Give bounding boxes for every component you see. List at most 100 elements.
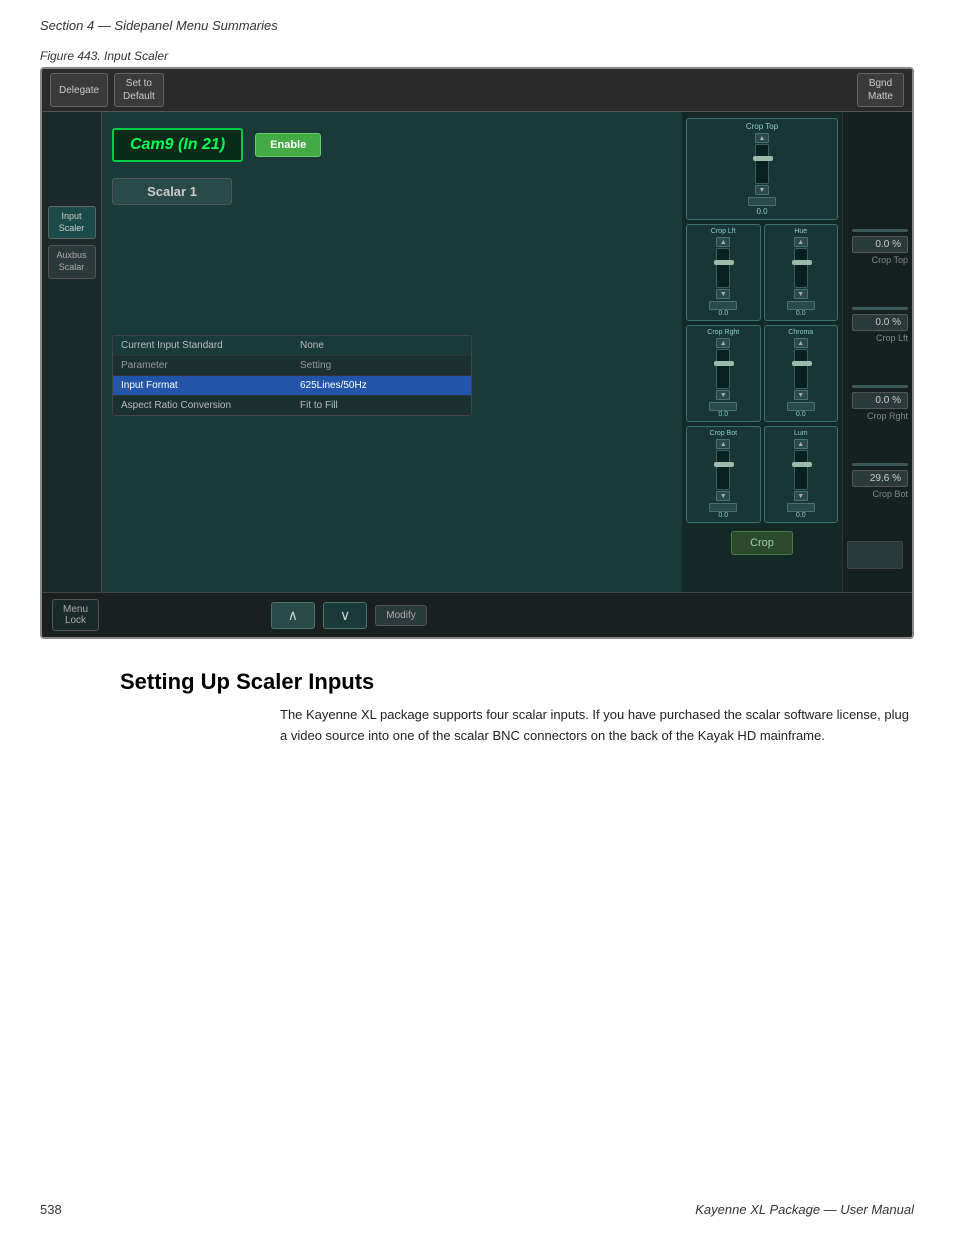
aspect-value: Fit to Fill [292,396,471,415]
lum-value: 0.0 [796,512,806,519]
settings-row-aspect[interactable]: Aspect Ratio Conversion Fit to Fill [113,396,471,415]
lum-down[interactable]: ▼ [794,491,808,501]
page-footer: 538 Kayenne XL Package — User Manual [0,1202,954,1217]
content-area: InputScaler AuxbusScalar Cam9 (In 21) En… [42,112,912,592]
crop-bot-slider-line [852,463,908,466]
hue-up[interactable]: ▲ [794,237,808,247]
crop-bot-up[interactable]: ▲ [716,439,730,449]
chroma-up[interactable]: ▲ [794,338,808,348]
crop-left-down[interactable]: ▼ [716,289,730,299]
lum-up[interactable]: ▲ [794,439,808,449]
crop-bot-track [716,450,730,490]
crop-bot-widget: Crop Bot ▲ ▼ 0.0 [686,426,761,523]
setting-header: Setting [292,356,471,375]
crop-top-value: 0.0 [756,207,767,216]
hue-track [794,248,808,288]
menu-lock-button[interactable]: MenuLock [52,599,99,631]
crop-bot-eq[interactable] [709,503,737,512]
lum-handle [792,462,812,467]
crop-left-handle [714,260,734,265]
lum-widget: Lum ▲ ▼ 0.0 [764,426,839,523]
top-bar-left: Delegate Set toDefault [50,73,164,107]
crop-bot-value: 0.0 [718,512,728,519]
crop-top-eq[interactable] [748,197,776,206]
crop-left-up[interactable]: ▲ [716,237,730,247]
crop-action-button[interactable]: Crop [731,531,793,555]
crop-bot-handle [714,462,734,467]
crop-left-slider-line [852,307,908,310]
crop-right-eq[interactable] [709,402,737,411]
chroma-down[interactable]: ▼ [794,390,808,400]
lum-label: Lum [794,430,808,437]
crop-right-down[interactable]: ▼ [716,390,730,400]
crop-top-widget: Crop Top ▲ ▼ 0.0 [686,118,838,220]
crop-right-label: Crop Rght [707,329,739,336]
crop-right-readout-label: Crop Rght [852,411,908,421]
scalar-label: Scalar 1 [112,178,232,205]
crop-left-readout: 0.0 % Crop Lft [847,307,908,343]
input-format-label: Input Format [113,376,292,395]
crop-right-widget: Crop Rght ▲ ▼ 0.0 [686,325,761,422]
chroma-value: 0.0 [796,411,806,418]
crop-top-down[interactable]: ▼ [755,185,769,195]
modify-button[interactable]: Modify [375,605,426,626]
hue-widget: Hue ▲ ▼ 0.0 [764,224,839,321]
ui-panel: Delegate Set toDefault BgndMatte InputSc… [40,67,914,639]
nav-up-button[interactable]: ∧ [271,602,315,629]
crop-right-value: 0.0 [718,411,728,418]
sidebar-input-scaler[interactable]: InputScaler [48,206,96,239]
crop-top-label: Crop Top [746,122,778,131]
settings-row-param-header: Parameter Setting [113,356,471,376]
hue-handle [792,260,812,265]
crop-btn-row: Crop [686,531,838,555]
crop-left-eq[interactable] [709,301,737,310]
crop-bot-pct: 29.6 % [852,470,908,487]
crop-left-value: 0.0 [718,310,728,317]
crop-left-pct: 0.0 % [852,314,908,331]
enable-button[interactable]: Enable [255,133,321,157]
crop-left-widget: Crop Lft ▲ ▼ 0.0 [686,224,761,321]
crop-top-track [755,144,769,184]
top-bar: Delegate Set toDefault BgndMatte [42,69,912,112]
delegate-button[interactable]: Delegate [50,73,108,107]
chroma-eq[interactable] [787,402,815,411]
col1-header: Current Input Standard [113,336,292,355]
settings-table: Current Input Standard None Parameter Se… [112,335,472,416]
crop-bot-down[interactable]: ▼ [716,491,730,501]
param-header: Parameter [113,356,292,375]
hue-eq[interactable] [787,301,815,310]
crop-bot-readout-label: Crop Bot [852,489,908,499]
crop-right-readout: 0.0 % Crop Rght [847,385,908,421]
crop-right-up[interactable]: ▲ [716,338,730,348]
crop-bot-label: Crop Bot [709,430,737,437]
figure-caption: Figure 443. Input Scaler [0,41,954,67]
set-default-button[interactable]: Set toDefault [114,73,164,107]
bgnd-matte-button[interactable]: BgndMatte [857,73,904,107]
crop-right-chroma-row: Crop Rght ▲ ▼ 0.0 Chroma ▲ [686,325,838,422]
cam-info-row: Cam9 (In 21) Enable [112,122,672,168]
crop-left-readout-label: Crop Lft [852,333,908,343]
crop-right-pct: 0.0 % [852,392,908,409]
lum-eq[interactable] [787,503,815,512]
crop-top-up[interactable]: ▲ [755,133,769,143]
settings-row-input-format[interactable]: Input Format 625Lines/50Hz [113,376,471,396]
left-sidebar: InputScaler AuxbusScalar [42,112,102,592]
crop-area: Crop Top ▲ ▼ 0.0 Crop Lft [682,112,842,592]
chroma-label: Chroma [788,329,813,336]
crop-top-pct: 0.0 % [852,236,908,253]
lum-track [794,450,808,490]
hue-down[interactable]: ▼ [794,289,808,299]
nav-down-button[interactable]: ∨ [323,602,367,629]
crop-right-slider-line [852,385,908,388]
section-body: The Kayenne XL package supports four sca… [0,705,954,767]
extra-readout-box [847,541,903,569]
cam-name-display: Cam9 (In 21) [112,128,243,162]
section-heading: Setting Up Scaler Inputs [0,639,954,705]
crop-top-handle [753,156,773,161]
crop-right-handle [714,361,734,366]
settings-row-header: Current Input Standard None [113,336,471,356]
crop-top-slider-line [852,229,908,232]
crop-left-track [716,248,730,288]
sidebar-auxbus-scaler[interactable]: AuxbusScalar [48,245,96,278]
crop-left-hue-row: Crop Lft ▲ ▼ 0.0 Hue ▲ [686,224,838,321]
